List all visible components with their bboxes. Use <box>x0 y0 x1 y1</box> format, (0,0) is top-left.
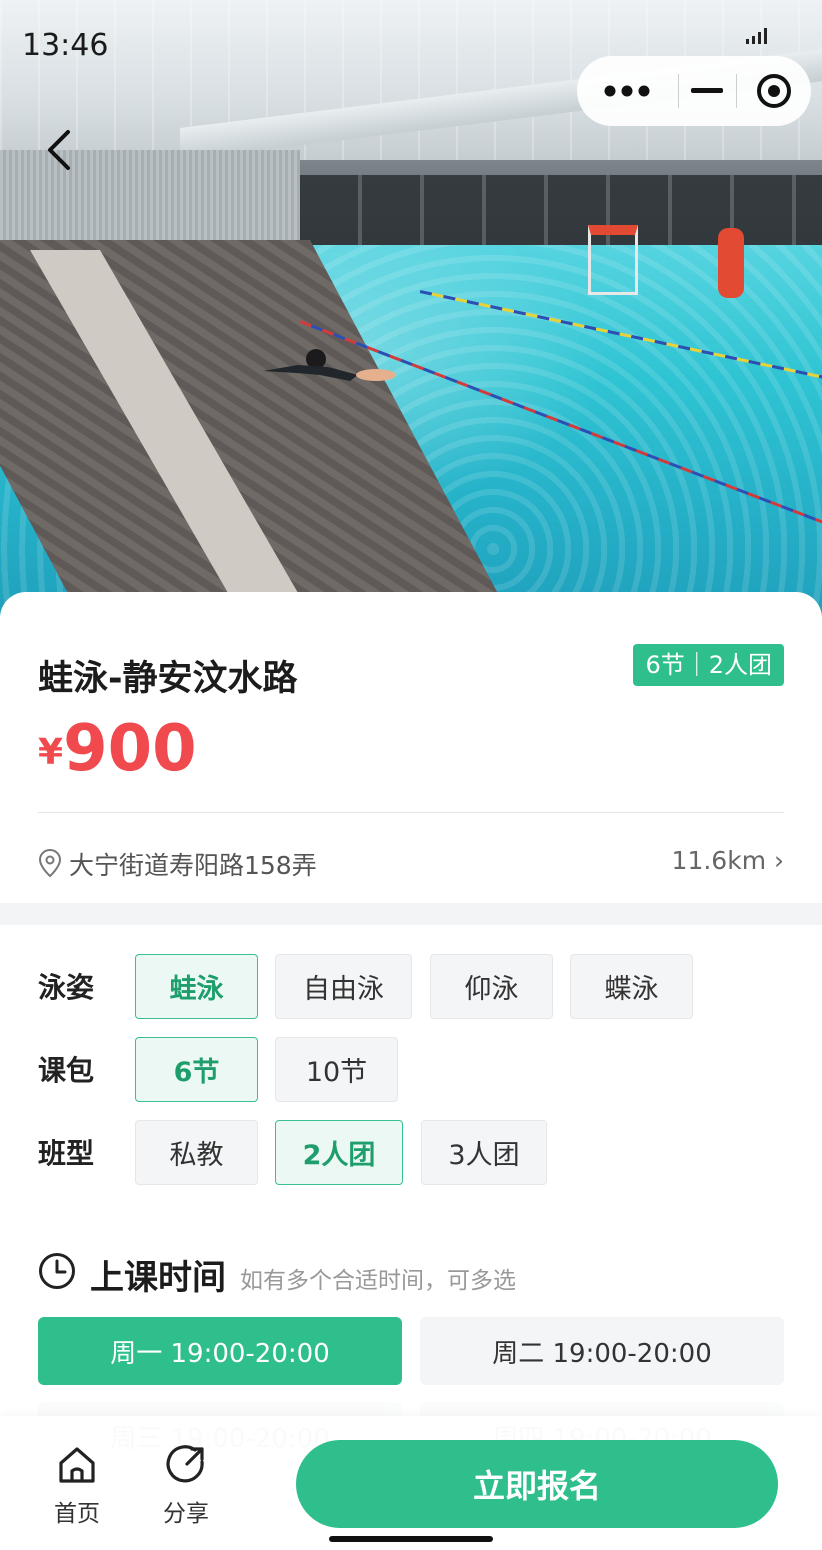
stroke-option-backstroke[interactable]: 仰泳 <box>430 954 553 1019</box>
stroke-option-breaststroke[interactable]: 蛙泳 <box>135 954 258 1019</box>
section-separator <box>0 903 822 925</box>
hero-swimmer <box>263 349 396 381</box>
course-title: 蛙泳-静安汶水路 <box>38 659 298 699</box>
schedule-title: 上课时间 <box>90 1258 226 1298</box>
back-button[interactable] <box>34 124 86 176</box>
stroke-label: 泳姿 <box>38 971 95 1004</box>
divider <box>38 812 784 813</box>
class-type-label: 班型 <box>38 1137 95 1170</box>
minimize-button[interactable] <box>679 56 737 126</box>
package-label: 课包 <box>38 1054 95 1087</box>
class-type-option-2-person[interactable]: 2人团 <box>275 1120 403 1185</box>
package-option-6[interactable]: 6节 <box>135 1037 258 1102</box>
home-nav-label: 首页 <box>54 1501 100 1527</box>
distance-link[interactable]: 11.6km › <box>672 846 784 875</box>
clock-icon <box>39 1253 75 1289</box>
more-dots-icon <box>604 85 650 97</box>
share-nav-button[interactable]: 分享 <box>146 1444 226 1534</box>
package-tag: 6节｜2人团 <box>633 644 784 686</box>
schedule-hint: 如有多个合适时间，可多选 <box>240 1268 516 1294</box>
home-indicator <box>329 1536 493 1542</box>
home-nav-button[interactable]: 首页 <box>37 1444 117 1534</box>
price-value: 900 <box>63 712 197 786</box>
hero-rescue-board <box>718 228 744 298</box>
price: ¥900 <box>38 712 197 786</box>
share-icon <box>166 1445 204 1483</box>
stroke-option-freestyle[interactable]: 自由泳 <box>275 954 412 1019</box>
home-icon <box>59 1447 95 1483</box>
stroke-option-butterfly[interactable]: 蝶泳 <box>570 954 693 1019</box>
target-close-icon <box>757 74 792 108</box>
enroll-now-button[interactable]: 立即报名 <box>296 1440 778 1528</box>
status-time: 13:46 <box>22 28 109 63</box>
time-slot[interactable]: 周二 19:00-20:00 <box>420 1317 784 1385</box>
chevron-left-icon <box>48 130 70 170</box>
location-pin-icon <box>38 848 62 878</box>
signal-icon <box>746 28 767 44</box>
price-currency: ¥ <box>38 732 64 773</box>
more-button[interactable] <box>577 56 678 126</box>
hero-lifeguard-chair <box>588 225 638 295</box>
close-miniprogram-button[interactable] <box>737 56 811 126</box>
minus-icon <box>691 88 724 93</box>
class-type-option-private[interactable]: 私教 <box>135 1120 258 1185</box>
package-option-10[interactable]: 10节 <box>275 1037 398 1102</box>
time-slot[interactable]: 周一 19:00-20:00 <box>38 1317 402 1385</box>
class-type-option-3-person[interactable]: 3人团 <box>421 1120 547 1185</box>
address-text[interactable]: 大宁街道寿阳路158弄 <box>69 846 317 882</box>
miniprogram-capsule <box>577 56 811 126</box>
share-nav-label: 分享 <box>163 1501 209 1527</box>
